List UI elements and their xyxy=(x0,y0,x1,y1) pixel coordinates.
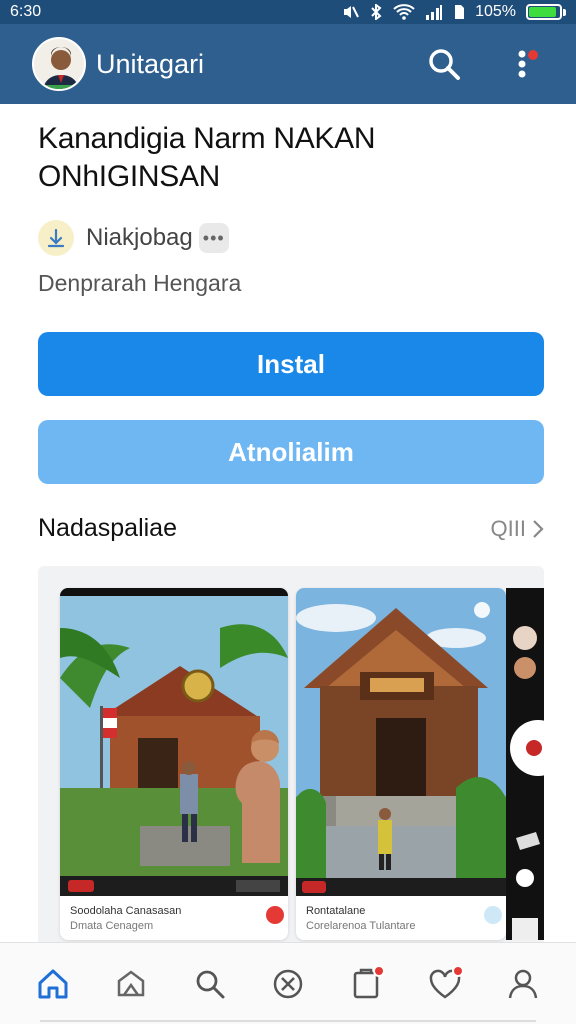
section-more-label: QIII xyxy=(490,515,526,541)
chevron-right-icon xyxy=(533,519,544,538)
screenshot-image xyxy=(60,588,288,896)
app-name-line2: ONhIGINSAN xyxy=(38,160,221,193)
home-icon xyxy=(38,969,68,998)
screenshot-side-strip xyxy=(506,588,544,940)
screenshot-card[interactable]: Soodolaha Canasasan Dmata Cenagem xyxy=(60,588,288,940)
nav-home[interactable] xyxy=(28,959,78,1009)
app-name-line1: Kanandigia Narm NAKAN xyxy=(38,122,376,155)
screenshot-card[interactable]: Rontatalane Corelarenoa Tulantare xyxy=(296,588,506,940)
signal-icon xyxy=(426,5,443,20)
section-more-link[interactable]: QIII xyxy=(491,516,544,542)
caption-subtitle: Corelarenoa Tulantare xyxy=(306,920,416,932)
more-icon[interactable]: ••• xyxy=(198,223,229,253)
nav-favorites[interactable] xyxy=(420,959,470,1009)
status-icons: 105% xyxy=(341,3,566,21)
app-name: Kanandigia Narm NAKAN ONhIGINSAN xyxy=(38,120,538,196)
more-options-button[interactable] xyxy=(500,42,544,86)
search-icon xyxy=(196,970,225,998)
app-bar-title: Unitagari xyxy=(96,48,205,79)
gesture-line xyxy=(40,1020,536,1022)
developer-row[interactable]: Niakjobag ••• xyxy=(38,220,229,256)
screenshot-gallery[interactable]: Soodolaha Canasasan Dmata Cenagem Rontat… xyxy=(38,566,544,946)
section-title: Nadaspaliae xyxy=(38,514,177,542)
favorites-badge xyxy=(451,964,464,977)
status-bar: 6:30 105% xyxy=(0,0,576,24)
screenshot-caption: Soodolaha Canasasan Dmata Cenagem xyxy=(70,904,278,934)
share-icon xyxy=(484,906,502,924)
developer-name[interactable]: Niakjobag xyxy=(86,224,193,252)
caption-title: Rontatalane xyxy=(306,905,366,917)
nav-profile[interactable] xyxy=(498,959,548,1009)
updates-badge xyxy=(373,964,386,977)
caption-title: Soodolaha Canasasan xyxy=(70,905,182,917)
bottom-navigation xyxy=(0,942,576,1024)
screenshot-image xyxy=(296,588,506,896)
wifi-icon xyxy=(393,4,415,20)
avatar[interactable] xyxy=(32,37,86,91)
secondary-button[interactable]: Atnolialim xyxy=(38,420,544,484)
profile-icon xyxy=(508,969,538,998)
screenshot-caption: Rontatalane Corelarenoa Tulantare xyxy=(306,904,496,934)
screenshots-section-header: Nadaspaliae QIII xyxy=(38,514,544,543)
sim-icon xyxy=(455,5,465,19)
nav-updates[interactable] xyxy=(341,959,391,1009)
app-bar: Unitagari xyxy=(0,24,576,104)
battery-icon xyxy=(526,4,566,20)
more-vert-icon xyxy=(518,50,526,78)
record-icon xyxy=(266,906,284,924)
battery-percent: 105% xyxy=(475,3,516,20)
nav-search[interactable] xyxy=(185,959,235,1009)
nav-explore[interactable] xyxy=(106,959,156,1009)
nav-games[interactable] xyxy=(263,959,313,1009)
status-time: 6:30 xyxy=(10,3,42,20)
mute-icon xyxy=(344,6,359,18)
games-icon xyxy=(273,969,303,998)
notification-dot xyxy=(528,50,538,60)
explore-icon xyxy=(118,969,145,996)
developer-icon xyxy=(38,220,74,256)
search-icon xyxy=(429,49,460,80)
install-button[interactable]: Instal xyxy=(38,332,544,396)
bluetooth-icon xyxy=(371,4,382,20)
search-button[interactable] xyxy=(422,42,466,86)
app-category: Denprarah Hengara xyxy=(38,270,242,296)
caption-subtitle: Dmata Cenagem xyxy=(70,920,154,932)
